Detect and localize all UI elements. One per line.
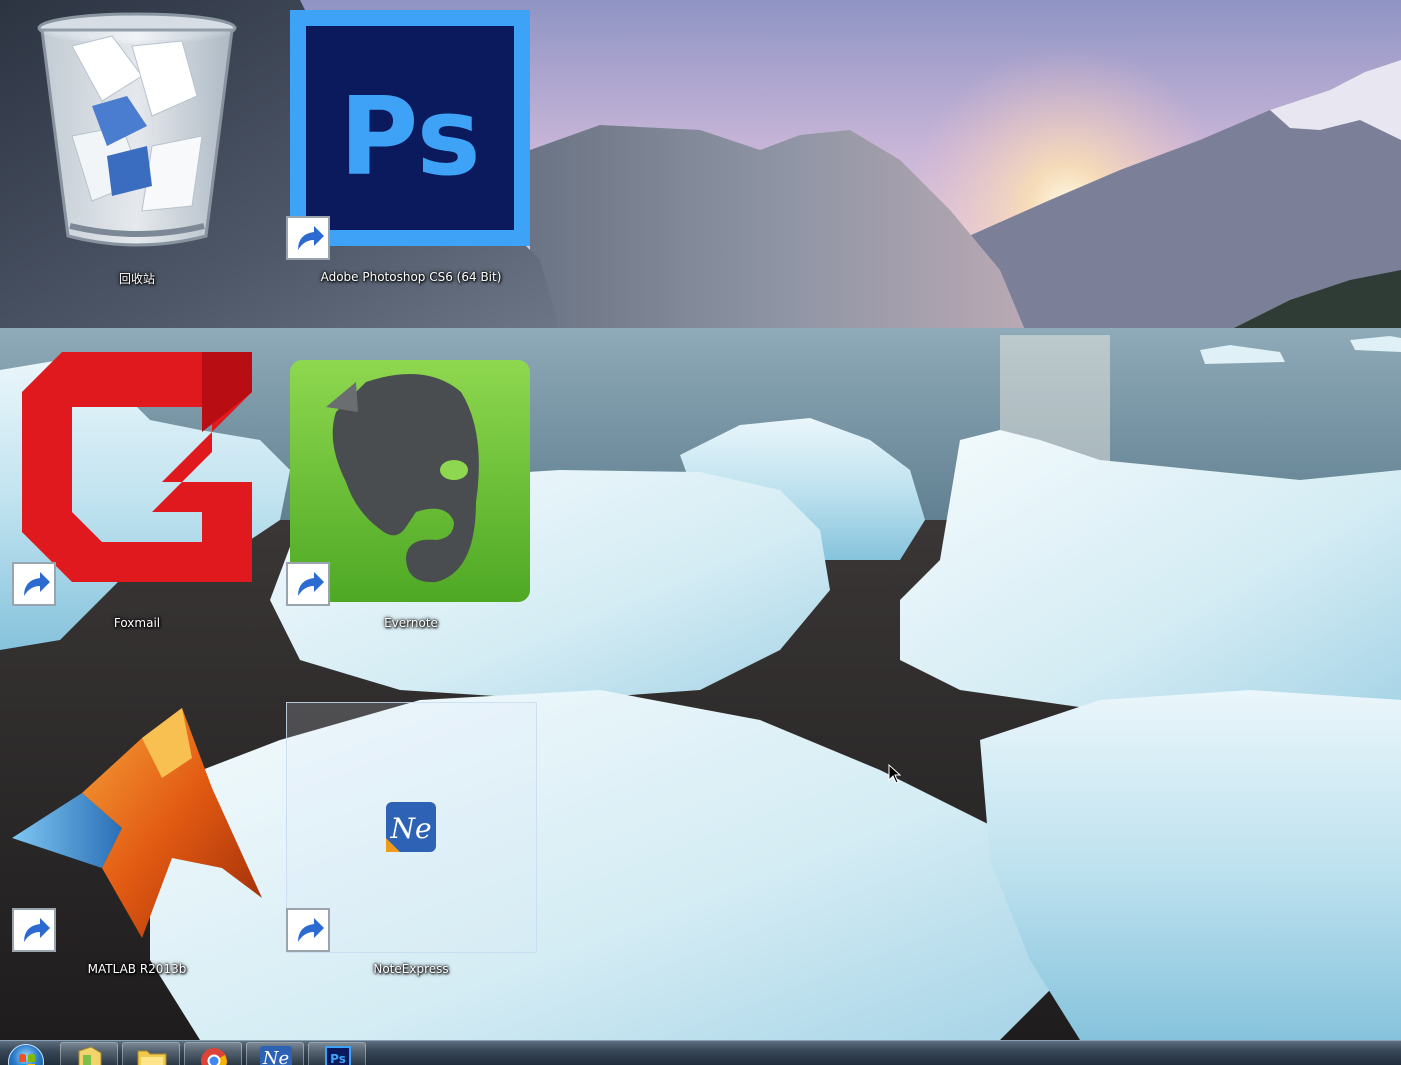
- desktop-icon-label: MATLAB R2013b: [87, 962, 187, 976]
- taskbar-button-libraries[interactable]: [60, 1042, 118, 1065]
- desktop-icon-label: 回收站: [118, 272, 155, 286]
- libraries-icon: [78, 1046, 102, 1065]
- taskbar-button-photoshop[interactable]: Ps: [308, 1042, 366, 1065]
- folder-icon: [137, 1050, 167, 1065]
- desktop[interactable]: 回收站 Ps Adobe Photoshop CS6 (64 Bit) Foxm…: [0, 0, 1401, 1065]
- shortcut-arrow-icon: [286, 908, 330, 952]
- svg-text:Ps: Ps: [330, 1052, 346, 1065]
- shortcut-arrow-icon: [286, 562, 330, 606]
- photoshop-glyph: Ps: [339, 75, 481, 200]
- taskbar-button-explorer[interactable]: [122, 1042, 180, 1065]
- noteexpress-glyph: Ne: [389, 812, 431, 845]
- taskbar: Ne Ps: [0, 1040, 1401, 1065]
- mouse-cursor-icon: [888, 764, 902, 784]
- windows-logo-icon: [19, 1054, 35, 1065]
- chrome-icon: [201, 1048, 227, 1065]
- noteexpress-icon: Ne: [260, 1046, 292, 1065]
- shortcut-arrow-icon: [286, 216, 330, 260]
- desktop-icon-label: NoteExpress: [373, 962, 449, 976]
- shortcut-arrow-icon: [12, 908, 56, 952]
- desktop-icon-label: Evernote: [384, 616, 438, 630]
- shortcut-arrow-icon: [12, 562, 56, 606]
- photoshop-icon: Ps: [325, 1046, 351, 1065]
- windows-start-orb-icon[interactable]: [8, 1044, 44, 1065]
- desktop-icon-label: Foxmail: [113, 616, 161, 630]
- recycle-bin-icon: [37, 12, 237, 247]
- desktop-icon-label: Adobe Photoshop CS6 (64 Bit): [320, 270, 502, 284]
- taskbar-button-chrome[interactable]: [184, 1042, 242, 1065]
- taskbar-button-noteexpress[interactable]: Ne: [246, 1042, 304, 1065]
- svg-text:Ne: Ne: [262, 1048, 289, 1065]
